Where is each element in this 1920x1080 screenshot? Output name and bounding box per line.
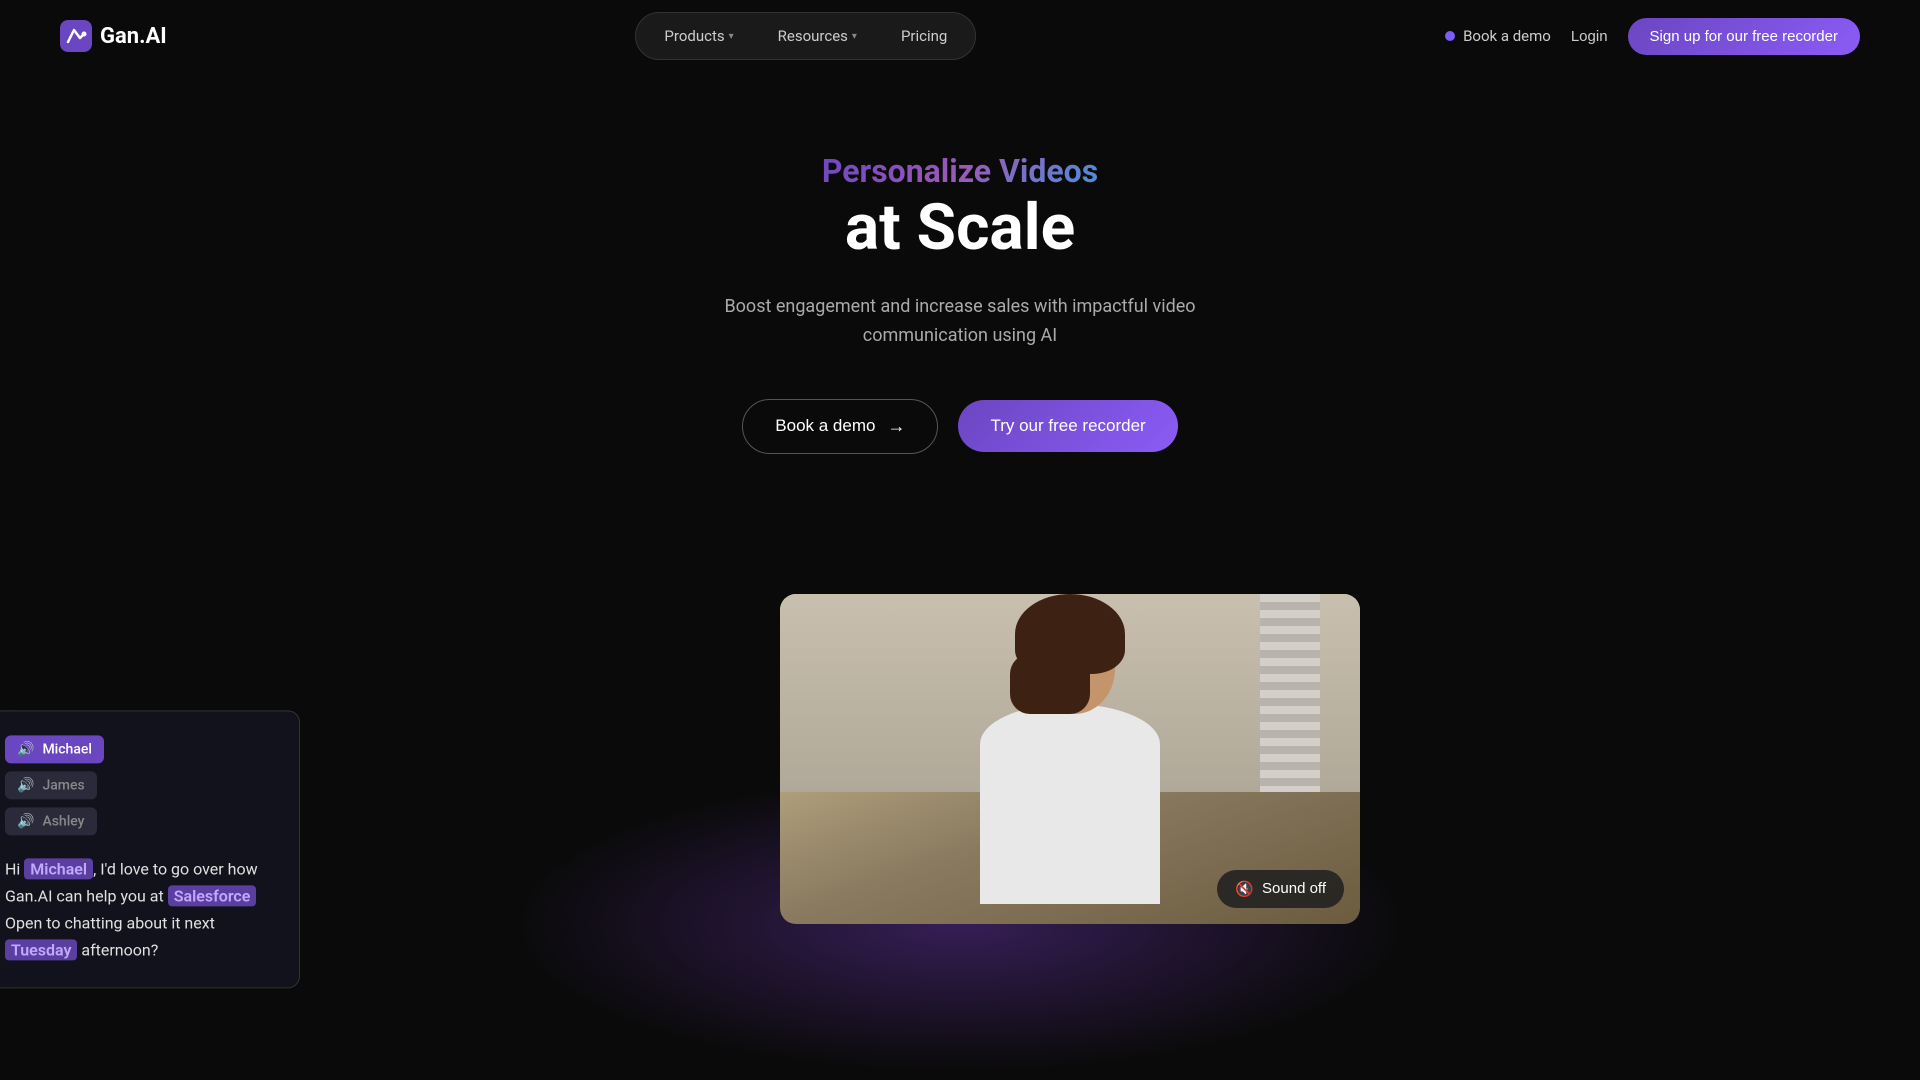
video-section: 🔊 Michael 🔊 James 🔊 Ashley Hi Michael, I… xyxy=(0,594,1920,994)
logo-icon xyxy=(60,20,92,52)
video-player[interactable]: 🔇 Sound off xyxy=(780,594,1360,924)
video-blinds xyxy=(1260,594,1320,792)
resources-label: Resources xyxy=(778,27,848,45)
logo-text: Gan.AI xyxy=(100,24,167,49)
personalization-card: 🔊 Michael 🔊 James 🔊 Ashley Hi Michael, I… xyxy=(0,710,300,989)
person-tabs: 🔊 Michael 🔊 James 🔊 Ashley xyxy=(5,735,275,835)
hero-subtitle: Boost engagement and increase sales with… xyxy=(0,293,1920,351)
book-demo-nav-button[interactable]: Book a demo xyxy=(1445,27,1551,45)
sound-off-icon: 🔇 xyxy=(1235,880,1254,898)
book-demo-button[interactable]: Book a demo → xyxy=(742,399,938,454)
pricing-label: Pricing xyxy=(901,27,947,45)
video-person xyxy=(930,614,1210,924)
tab-james-label: James xyxy=(42,777,84,793)
person-hair xyxy=(1015,594,1125,674)
speaker-icon-ashley: 🔊 xyxy=(17,813,34,829)
nav-pricing[interactable]: Pricing xyxy=(881,19,967,53)
resources-chevron-icon: ▾ xyxy=(852,31,857,42)
tab-james[interactable]: 🔊 James xyxy=(5,771,97,799)
hero-title-line1: Personalize Videos xyxy=(0,152,1920,190)
logo[interactable]: Gan.AI xyxy=(60,20,167,52)
hero-buttons: Book a demo → Try our free recorder xyxy=(0,399,1920,454)
hero-title-line2: at Scale xyxy=(0,190,1920,265)
tab-ashley[interactable]: 🔊 Ashley xyxy=(5,807,97,835)
login-button[interactable]: Login xyxy=(1571,28,1608,45)
nav-menu: Products ▾ Resources ▾ Pricing xyxy=(635,12,976,60)
signup-button[interactable]: Sign up for our free recorder xyxy=(1628,18,1860,55)
products-chevron-icon: ▾ xyxy=(729,31,734,42)
text-after-company: Open to chatting about it next xyxy=(5,913,215,932)
nav-resources[interactable]: Resources ▾ xyxy=(758,19,877,53)
speaker-icon-james: 🔊 xyxy=(17,777,34,793)
person-head xyxy=(1025,614,1115,714)
book-demo-label: Book a demo xyxy=(775,416,875,436)
day-highlight: Tuesday xyxy=(5,940,77,961)
sound-off-label: Sound off xyxy=(1262,880,1326,897)
arrow-right-icon: → xyxy=(887,416,905,437)
name-highlight: Michael xyxy=(24,858,93,879)
personalization-text: Hi Michael, I'd love to go over how Gan.… xyxy=(5,855,275,964)
nav-products[interactable]: Products ▾ xyxy=(644,19,753,53)
nav-right: Book a demo Login Sign up for our free r… xyxy=(1445,18,1860,55)
book-demo-dot-icon xyxy=(1445,31,1455,41)
book-demo-nav-label: Book a demo xyxy=(1463,27,1551,45)
tab-ashley-label: Ashley xyxy=(42,813,84,829)
sound-off-button[interactable]: 🔇 Sound off xyxy=(1217,870,1344,908)
person-body xyxy=(980,704,1160,904)
navbar: Gan.AI Products ▾ Resources ▾ Pricing Bo… xyxy=(0,0,1920,72)
text-end: afternoon? xyxy=(77,941,158,960)
products-label: Products xyxy=(664,27,724,45)
speaker-icon-michael: 🔊 xyxy=(17,741,34,757)
text-before-name: Hi xyxy=(5,859,24,878)
company-highlight: Salesforce xyxy=(168,885,257,906)
tab-michael-label: Michael xyxy=(42,741,92,757)
hero-section: Personalize Videos at Scale Boost engage… xyxy=(0,72,1920,594)
hero-title-highlight: Personalize Videos xyxy=(822,152,1098,190)
tab-michael[interactable]: 🔊 Michael xyxy=(5,735,104,763)
try-recorder-button[interactable]: Try our free recorder xyxy=(958,400,1177,452)
